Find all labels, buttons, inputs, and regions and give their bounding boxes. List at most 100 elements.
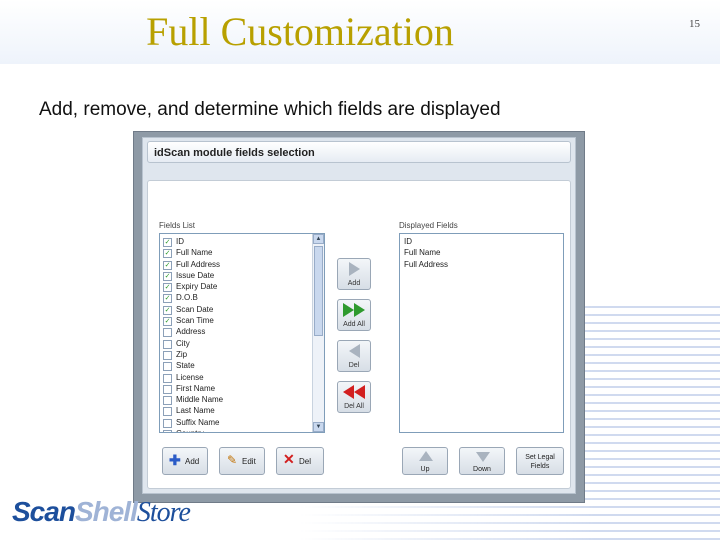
checked-checkbox-icon[interactable]: ✓	[163, 260, 172, 270]
checked-checkbox-icon[interactable]: ✓	[163, 271, 172, 281]
displayed-field-item[interactable]: ID	[400, 236, 563, 247]
logo-scan: Scan	[12, 496, 76, 527]
checked-checkbox-icon[interactable]: ✓	[163, 305, 172, 315]
checkbox-icon[interactable]	[163, 339, 172, 349]
fields-list-item-label: Scan Date	[176, 304, 214, 314]
fields-list-label: Fields List	[159, 221, 196, 230]
add-all-button-label: Add All	[343, 321, 365, 328]
bottom-add-button[interactable]: ✚ Add	[162, 447, 208, 475]
checked-checkbox-icon[interactable]: ✓	[163, 294, 172, 304]
set-legal-fields-button[interactable]: Set Legal Fields	[516, 447, 564, 475]
dialog-body: idScan module fields selection Fields Li…	[142, 137, 576, 494]
fields-list-item-label: Full Name	[176, 248, 213, 258]
fields-list-item[interactable]: Middle Name	[160, 394, 312, 406]
up-label: Up	[420, 466, 430, 473]
checked-checkbox-icon[interactable]: ✓	[163, 283, 172, 293]
fields-list-item-label: Scan Time	[176, 316, 214, 326]
fields-list-item-label: Middle Name	[176, 395, 224, 405]
fields-list-item[interactable]: Address	[160, 326, 312, 338]
checkbox-icon[interactable]	[163, 396, 172, 406]
plus-icon: ✚	[169, 452, 181, 468]
fields-list-item[interactable]: ✓ Full Name	[160, 247, 312, 259]
add-all-arrows-icon	[338, 303, 370, 319]
fields-list-item-label: License	[176, 372, 204, 382]
add-button[interactable]: Add	[337, 258, 371, 290]
checkbox-icon[interactable]	[163, 430, 172, 432]
slide-subtitle: Add, remove, and determine which fields …	[39, 99, 501, 120]
down-label: Down	[473, 466, 491, 473]
displayed-fields-rows: ID Full Name Full Address	[400, 236, 563, 270]
fields-list-item[interactable]: Last Name	[160, 405, 312, 417]
fields-selection-dialog: idScan module fields selection Fields Li…	[133, 131, 585, 503]
fields-list-item-label: City	[176, 338, 190, 348]
fields-list-item[interactable]: ✓ ID	[160, 236, 312, 247]
checked-checkbox-icon[interactable]: ✓	[163, 249, 172, 259]
up-button[interactable]: Up	[402, 447, 448, 475]
del-button-label: Del	[348, 362, 360, 369]
dialog-title: idScan module fields selection	[147, 141, 571, 163]
fields-list-item[interactable]: State	[160, 360, 312, 372]
del-all-button[interactable]: Del All	[337, 381, 371, 413]
checkbox-icon[interactable]	[163, 362, 172, 372]
edit-label: Edit	[242, 457, 256, 466]
add-all-button[interactable]: Add All	[337, 299, 371, 331]
fields-list-item-label: Issue Date	[176, 270, 215, 280]
down-button[interactable]: Down	[459, 447, 505, 475]
scroll-thumb[interactable]	[314, 246, 323, 336]
fields-list-item[interactable]: ✓ Issue Date	[160, 270, 312, 281]
slide-title: Full Customization	[146, 9, 454, 54]
slide-number: 15	[689, 18, 700, 30]
edit-button[interactable]: ✎ Edit	[219, 447, 265, 475]
checkbox-icon[interactable]	[163, 328, 172, 338]
fields-list-item-label: State	[176, 361, 195, 371]
scroll-down-arrow-icon[interactable]: ▼	[313, 422, 324, 432]
down-arrow-icon	[476, 452, 490, 462]
fields-list-item[interactable]: Country	[160, 428, 312, 432]
fields-list-item-label: Address	[176, 327, 206, 337]
set-legal-fields-label: Fields	[530, 463, 550, 470]
fields-list[interactable]: ✓ ID ✓ Full Name ✓ Full Address ✓ Issue Date ✓ Ex…	[159, 233, 325, 433]
fields-list-rows: ✓ ID ✓ Full Name ✓ Full Address ✓ Issue Date ✓ Ex…	[160, 236, 312, 432]
fields-list-item-label: Suffix Name	[176, 417, 220, 427]
fields-list-item-label: Full Address	[176, 259, 221, 269]
x-icon: ✕	[283, 451, 295, 467]
checkbox-icon[interactable]	[163, 418, 172, 428]
logo-shell: Shell	[74, 496, 138, 527]
bottom-del-button[interactable]: ✕ Del	[276, 447, 324, 475]
bottom-add-label: Add	[185, 457, 200, 466]
fields-list-item[interactable]: Zip	[160, 349, 312, 360]
pencil-icon: ✎	[227, 453, 238, 467]
add-button-label: Add	[347, 280, 361, 287]
checkbox-icon[interactable]	[163, 407, 172, 417]
checkbox-icon[interactable]	[163, 384, 172, 394]
up-arrow-icon	[419, 451, 433, 461]
displayed-field-item[interactable]: Full Address	[400, 259, 563, 270]
fields-list-item[interactable]: ✓ Scan Time	[160, 315, 312, 327]
fields-list-item-label: Zip	[176, 349, 188, 359]
fields-list-item[interactable]: ✓ Scan Date	[160, 304, 312, 315]
fields-list-item[interactable]: ✓ D.O.B	[160, 292, 312, 304]
displayed-field-item[interactable]: Full Name	[400, 247, 563, 258]
displayed-fields-label: Displayed Fields	[399, 221, 458, 230]
del-button[interactable]: Del	[337, 340, 371, 372]
checked-checkbox-icon[interactable]: ✓	[163, 317, 172, 327]
logo-store: Store	[136, 497, 191, 528]
fields-list-item[interactable]: ✓ Expiry Date	[160, 281, 312, 293]
fields-list-item[interactable]: City	[160, 338, 312, 349]
fields-list-item[interactable]: Suffix Name	[160, 417, 312, 428]
fields-list-item[interactable]: First Name	[160, 383, 312, 394]
del-all-arrows-icon	[338, 385, 370, 401]
checkbox-icon[interactable]	[163, 373, 172, 383]
fields-list-scrollbar[interactable]: ▲ ▼	[312, 234, 324, 432]
checked-checkbox-icon[interactable]: ✓	[163, 238, 172, 247]
scroll-up-arrow-icon[interactable]: ▲	[313, 234, 324, 244]
fields-list-item[interactable]: License	[160, 372, 312, 383]
fields-list-item[interactable]: ✓ Full Address	[160, 259, 312, 270]
checkbox-icon[interactable]	[163, 350, 172, 360]
displayed-fields-list[interactable]: ID Full Name Full Address	[399, 233, 564, 433]
fields-list-item-label: Country	[176, 429, 204, 432]
del-arrow-icon	[338, 344, 370, 360]
fields-list-item-label: First Name	[176, 383, 216, 393]
fields-list-item-label: Last Name	[176, 406, 215, 416]
scanshell-store-logo: ScanShellStore	[12, 496, 191, 530]
